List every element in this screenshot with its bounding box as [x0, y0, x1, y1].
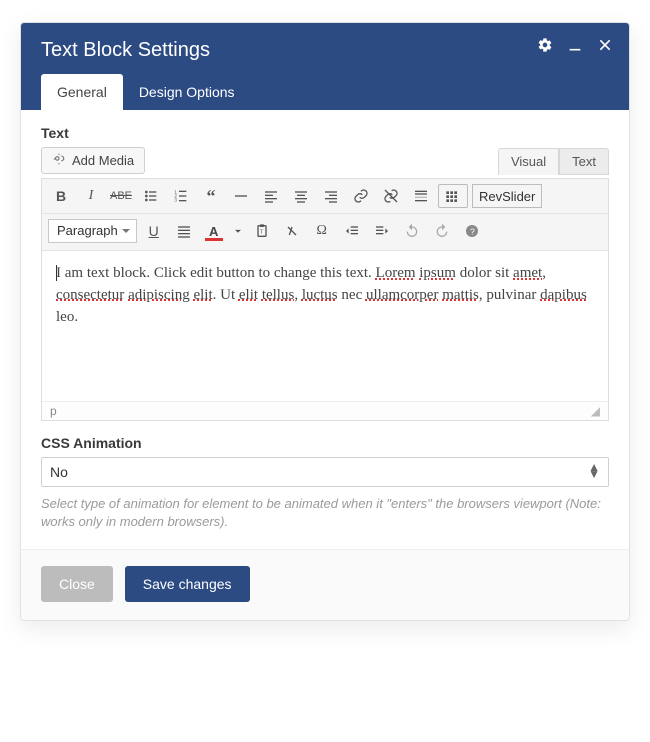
indent-icon[interactable]: [369, 218, 395, 244]
minimize-icon[interactable]: [567, 37, 583, 53]
svg-text:3: 3: [174, 197, 177, 202]
horizontal-rule-icon[interactable]: [228, 183, 254, 209]
svg-text:T: T: [260, 230, 264, 236]
numbered-list-icon[interactable]: 123: [168, 183, 194, 209]
modal-footer: Close Save changes: [21, 549, 629, 620]
strikethrough-icon[interactable]: ABE: [108, 183, 134, 209]
css-animation-select-wrap: No ▲▼: [41, 457, 609, 487]
toolbar-row-2: Paragraph U T Ω ?: [42, 214, 608, 251]
unlink-icon[interactable]: [378, 183, 404, 209]
close-button[interactable]: Close: [41, 566, 113, 602]
css-animation-select[interactable]: No: [42, 458, 608, 486]
css-animation-help: Select type of animation for element to …: [41, 495, 609, 531]
modal-tabs: General Design Options: [41, 74, 609, 110]
text-color-icon[interactable]: [201, 218, 227, 244]
special-char-icon[interactable]: Ω: [309, 218, 335, 244]
window-controls: [537, 37, 613, 53]
media-icon: [52, 152, 66, 169]
format-dropdown[interactable]: Paragraph: [48, 219, 137, 243]
toolbar-toggle-icon[interactable]: [438, 184, 468, 208]
help-icon[interactable]: ?: [459, 218, 485, 244]
outdent-icon[interactable]: [339, 218, 365, 244]
align-right-icon[interactable]: [318, 183, 344, 209]
svg-text:?: ?: [470, 226, 475, 236]
tab-general[interactable]: General: [41, 74, 123, 110]
add-media-label: Add Media: [72, 153, 134, 168]
save-button[interactable]: Save changes: [125, 566, 250, 602]
toolbar-row-1: B I ABE 123 “ RevSlider: [42, 179, 608, 214]
italic-icon[interactable]: I: [78, 183, 104, 209]
bold-icon[interactable]: B: [48, 183, 74, 209]
editor-content-area[interactable]: I am text block. Click edit button to ch…: [42, 251, 608, 401]
align-justify-icon[interactable]: [171, 218, 197, 244]
rich-text-editor: B I ABE 123 “ RevSlider Paragraph U: [41, 178, 609, 421]
editor-mode-tabs: Visual Text: [498, 147, 609, 174]
undo-icon[interactable]: [399, 218, 425, 244]
underline-icon[interactable]: U: [141, 218, 167, 244]
settings-gear-icon[interactable]: [537, 37, 553, 53]
mode-tab-text[interactable]: Text: [559, 148, 609, 175]
modal-header: Text Block Settings General Design Optio…: [21, 23, 629, 110]
editor-top-row: Add Media Visual Text: [41, 147, 609, 174]
chevron-down-icon[interactable]: [231, 218, 245, 244]
revslider-button[interactable]: RevSlider: [472, 184, 542, 208]
text-field-label: Text: [41, 125, 609, 141]
modal-body: Text Add Media Visual Text B I ABE 123 “: [21, 109, 629, 531]
text-block-settings-modal: Text Block Settings General Design Optio…: [20, 22, 630, 621]
editor-path-bar: p ◢: [42, 401, 608, 420]
mode-tab-visual[interactable]: Visual: [498, 148, 559, 175]
clear-formatting-icon[interactable]: [279, 218, 305, 244]
tab-design-options[interactable]: Design Options: [123, 74, 251, 110]
link-icon[interactable]: [348, 183, 374, 209]
resize-grip-icon[interactable]: ◢: [591, 404, 600, 418]
blockquote-icon[interactable]: “: [198, 183, 224, 209]
close-icon[interactable]: [597, 37, 613, 53]
add-media-button[interactable]: Add Media: [41, 147, 145, 174]
modal-title: Text Block Settings: [41, 37, 609, 62]
redo-icon[interactable]: [429, 218, 455, 244]
align-left-icon[interactable]: [258, 183, 284, 209]
align-center-icon[interactable]: [288, 183, 314, 209]
element-path[interactable]: p: [50, 404, 57, 418]
paste-text-icon[interactable]: T: [249, 218, 275, 244]
bulleted-list-icon[interactable]: [138, 183, 164, 209]
css-animation-label: CSS Animation: [41, 435, 609, 451]
insert-more-icon[interactable]: [408, 183, 434, 209]
